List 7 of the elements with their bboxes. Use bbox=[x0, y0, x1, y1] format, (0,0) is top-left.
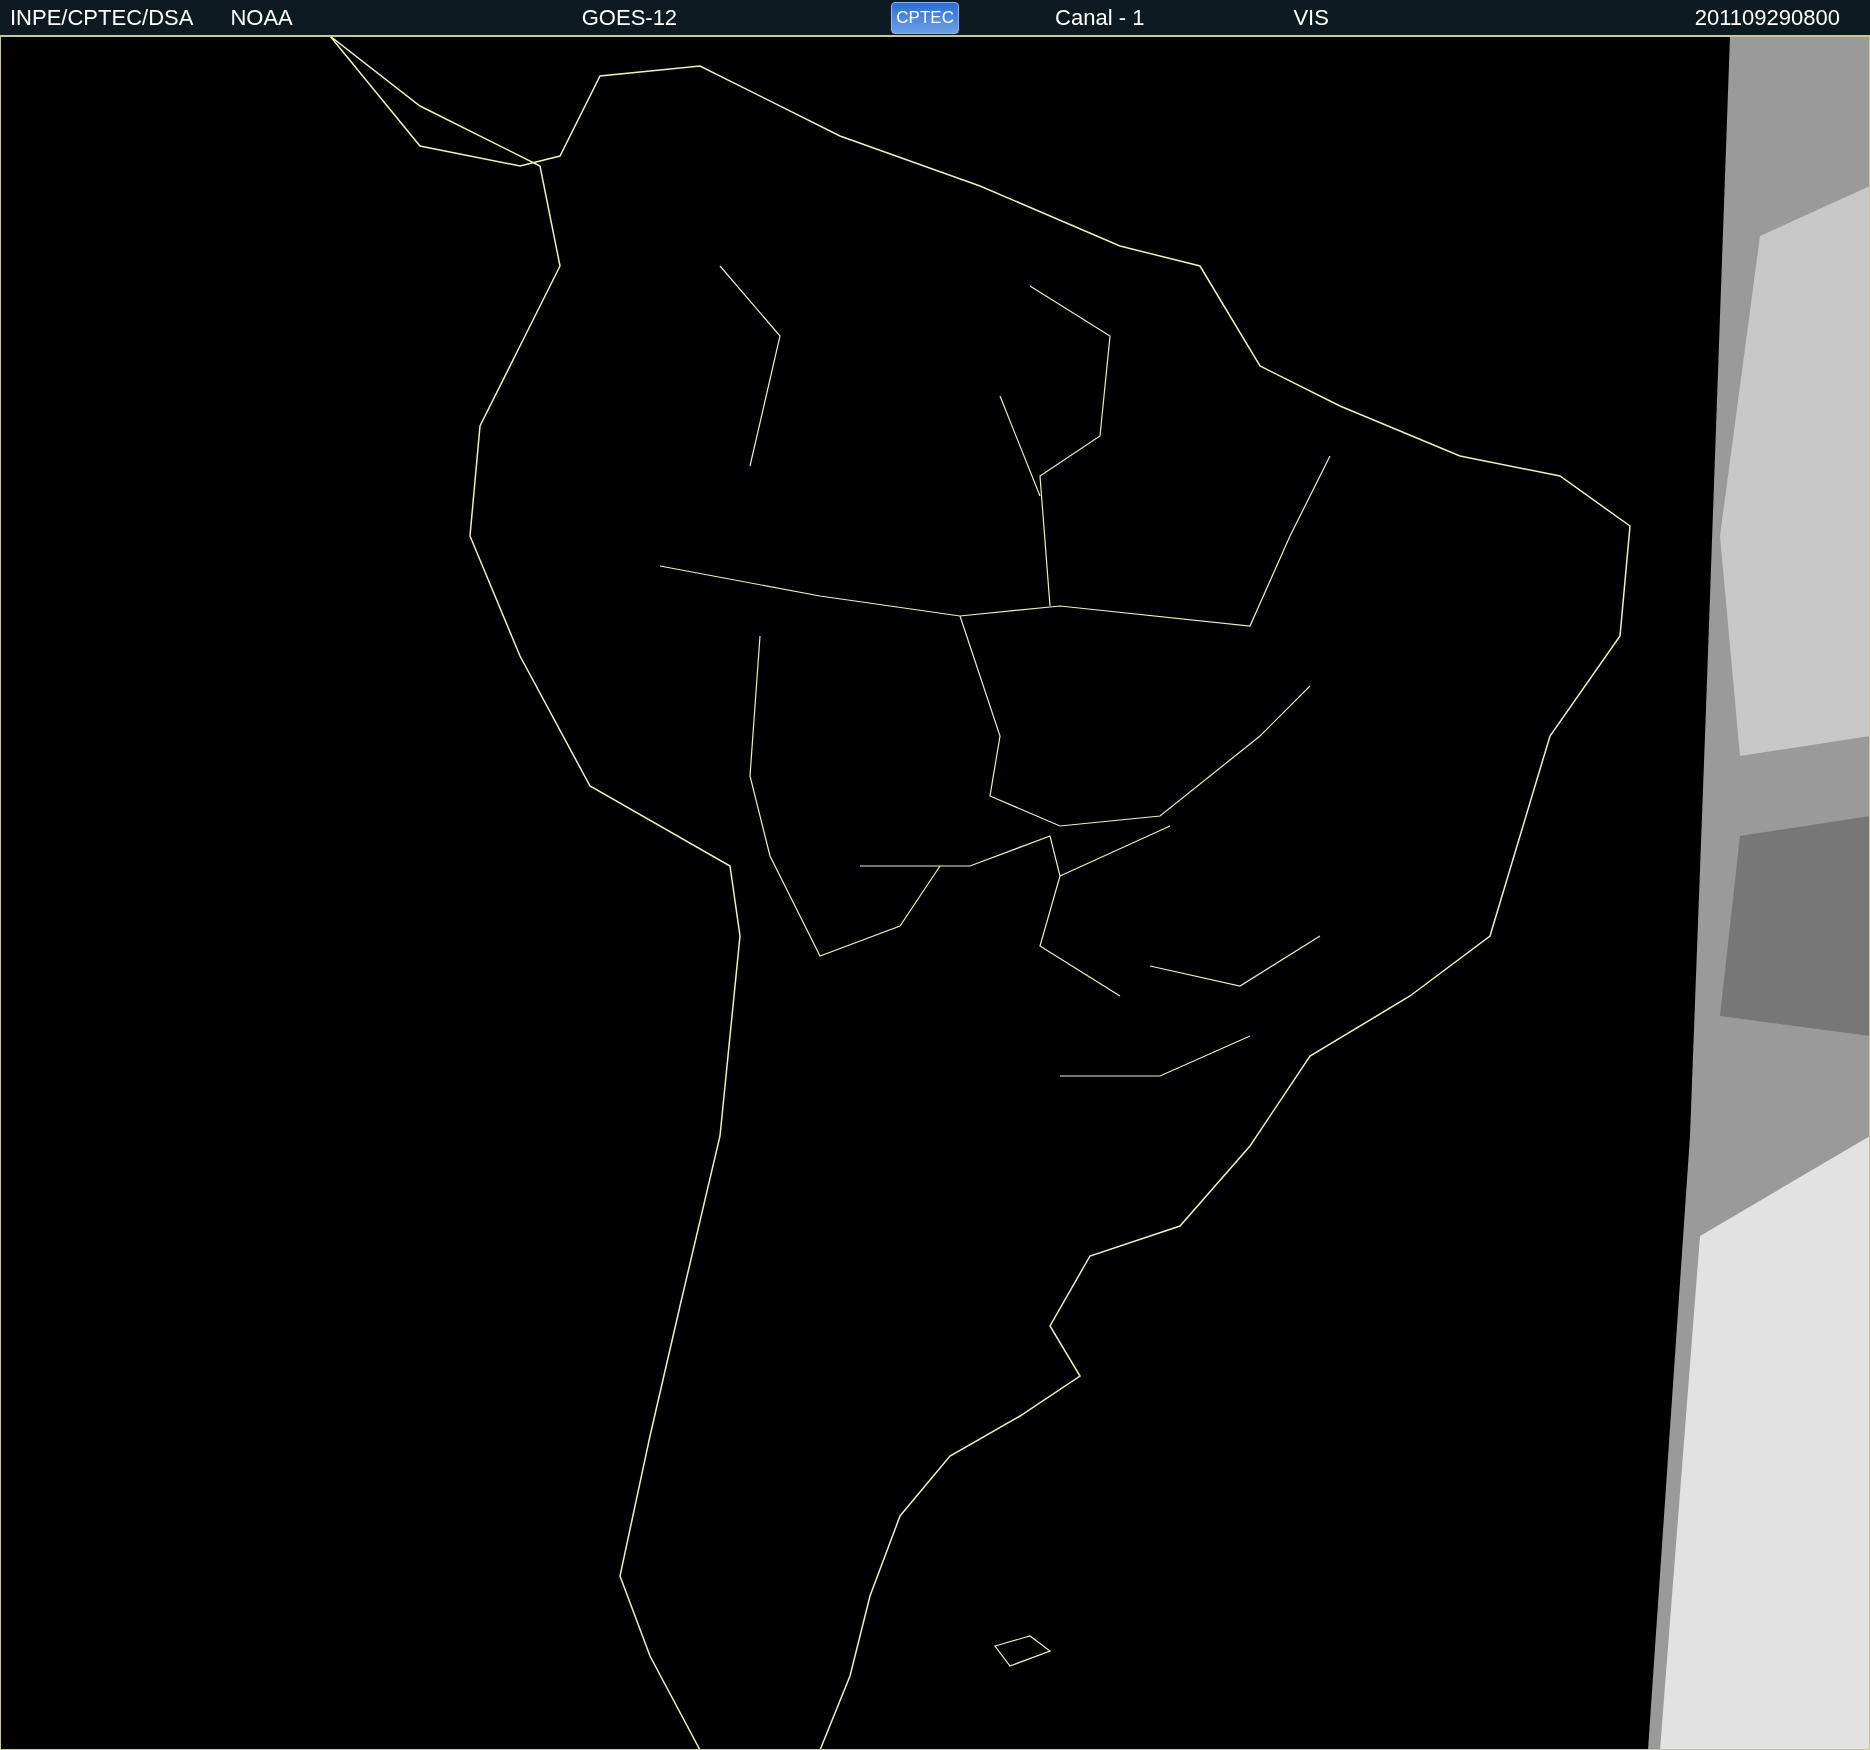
source-label: INPE/CPTEC/DSA bbox=[10, 4, 194, 31]
agency-label: NOAA bbox=[230, 4, 293, 31]
timestamp-label: 201109290800 bbox=[1694, 4, 1840, 31]
band-label: VIS bbox=[1293, 4, 1329, 31]
logo: CPTEC bbox=[891, 1, 960, 34]
satellite-label: GOES-12 bbox=[581, 4, 678, 31]
channel-label: Canal - 1 bbox=[1055, 4, 1145, 31]
